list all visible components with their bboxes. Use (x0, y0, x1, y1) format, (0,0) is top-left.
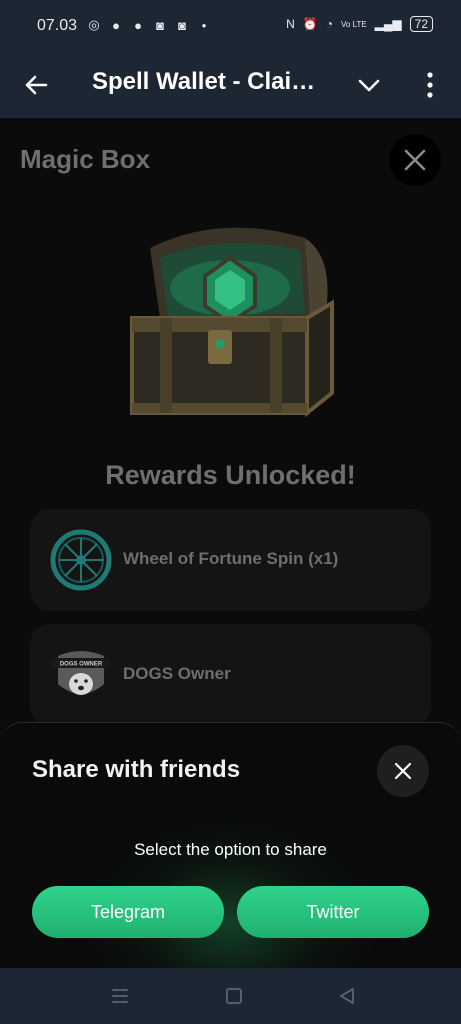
twitter-share-button[interactable]: Twitter (237, 886, 429, 938)
facebook-icon: ● (134, 17, 142, 33)
share-sheet: Share with friends Select the option to … (0, 722, 461, 968)
status-time: 07.03 (37, 17, 78, 34)
arrow-left-icon (25, 75, 48, 95)
close-magic-box-button[interactable] (389, 134, 441, 186)
chevron-down-icon (358, 79, 380, 92)
signal-icon: ▂▄▆ (374, 17, 402, 31)
close-icon (394, 762, 412, 780)
share-subtitle: Select the option to share (134, 840, 327, 859)
magic-box-title: Magic Box (20, 144, 151, 174)
facebook-icon: ● (112, 17, 120, 33)
dogs-badge-icon: DOGS OWNER (52, 651, 110, 695)
expand-button[interactable] (356, 72, 382, 98)
more-options-button[interactable] (420, 70, 440, 100)
status-bar: 07.03 ◎ ● ● ◙ ◙ • N ⏰ ◔ Vo LTE ▂▄▆ 72 (0, 0, 461, 52)
close-share-button[interactable] (377, 745, 429, 797)
reward-label: DOGS Owner (123, 664, 231, 683)
back-triangle-icon[interactable] (335, 984, 359, 1008)
wheel-icon (50, 529, 112, 591)
reward-item-wheel: Wheel of Fortune Spin (x1) (30, 509, 431, 611)
reward-item-dogs: DOGS OWNER DOGS Owner (30, 624, 431, 726)
share-title: Share with friends (32, 756, 241, 783)
whatsapp-icon: ◎ (88, 17, 100, 32)
reward-label: Wheel of Fortune Spin (x1) (123, 549, 339, 568)
system-nav-bar (0, 968, 461, 1024)
close-icon (404, 149, 426, 171)
alarm-icon: ⏰ (302, 17, 318, 31)
discord-icon: ◙ (156, 17, 164, 33)
system-icons: N ⏰ ◔ Vo LTE ▂▄▆ 72 (286, 16, 433, 32)
dot-icon: • (201, 17, 207, 33)
page-title: Spell Wallet - Clai… (92, 68, 316, 95)
rewards-title: Rewards Unlocked! (105, 460, 356, 490)
battery-icon: 72 (409, 16, 433, 32)
home-icon[interactable] (222, 984, 246, 1008)
menu-icon[interactable] (108, 984, 132, 1008)
discord-icon: ◙ (178, 17, 186, 33)
notification-icons: ◎ ● ● ◙ ◙ • (86, 17, 212, 33)
app-header: Spell Wallet - Clai… (0, 52, 461, 118)
nfc-icon: N (286, 17, 295, 31)
dogs-badge-text: DOGS OWNER (60, 662, 103, 668)
wifi-icon: ◔ (325, 17, 334, 31)
telegram-share-button[interactable]: Telegram (32, 886, 224, 938)
volte-label: Vo LTE (341, 19, 367, 29)
treasure-chest-image (130, 227, 334, 418)
back-button[interactable] (22, 70, 52, 100)
more-vertical-icon (427, 72, 433, 98)
